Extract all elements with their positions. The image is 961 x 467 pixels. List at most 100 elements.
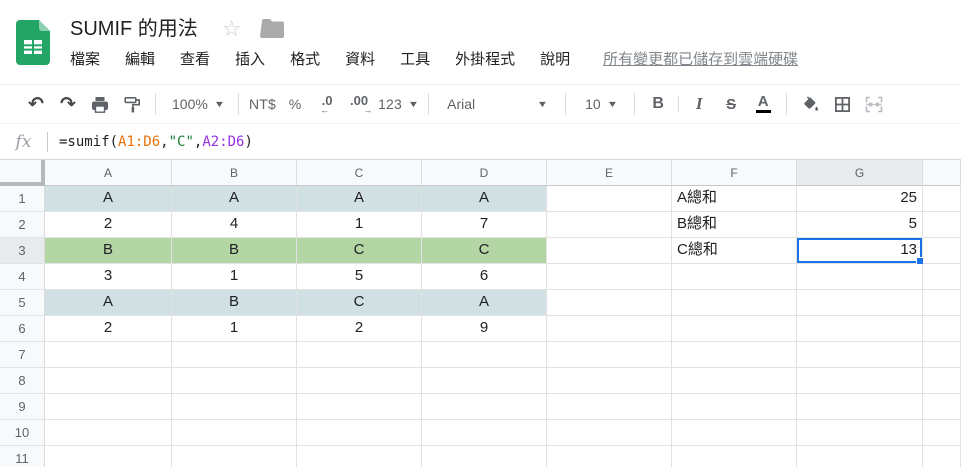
column-header-f[interactable]: F: [672, 160, 797, 186]
cell-E4[interactable]: [547, 264, 672, 290]
folder-icon[interactable]: [260, 19, 284, 38]
menu-item-7[interactable]: 外掛程式: [455, 48, 515, 69]
format-currency-button[interactable]: NT$: [249, 90, 276, 118]
cell-x6[interactable]: [923, 316, 961, 342]
cell-D10[interactable]: [422, 420, 547, 446]
zoom-select[interactable]: 100%▼: [166, 90, 228, 118]
cell-D9[interactable]: [422, 394, 547, 420]
italic-button[interactable]: I: [686, 90, 712, 118]
column-header-c[interactable]: C: [297, 160, 422, 186]
cell-x10[interactable]: [923, 420, 961, 446]
cell-A9[interactable]: [45, 394, 172, 420]
cell-G4[interactable]: [797, 264, 923, 290]
row-header-6[interactable]: 6: [0, 316, 45, 342]
format-percent-button[interactable]: %: [282, 90, 308, 118]
cell-G6[interactable]: [797, 316, 923, 342]
menu-item-4[interactable]: 格式: [290, 48, 320, 69]
cell-B6[interactable]: 1: [172, 316, 297, 342]
cell-x5[interactable]: [923, 290, 961, 316]
cell-B9[interactable]: [172, 394, 297, 420]
cell-C11[interactable]: [297, 446, 422, 467]
cell-D3[interactable]: C: [422, 238, 547, 264]
cell-x11[interactable]: [923, 446, 961, 467]
cell-B3[interactable]: B: [172, 238, 297, 264]
row-header-5[interactable]: 5: [0, 290, 45, 316]
cell-A8[interactable]: [45, 368, 172, 394]
cell-G8[interactable]: [797, 368, 923, 394]
cell-x8[interactable]: [923, 368, 961, 394]
cell-D1[interactable]: A: [422, 186, 547, 212]
cell-G2[interactable]: 5: [797, 212, 923, 238]
cell-A1[interactable]: A: [45, 186, 172, 212]
cell-A10[interactable]: [45, 420, 172, 446]
cell-E9[interactable]: [547, 394, 672, 420]
borders-button[interactable]: [829, 90, 855, 118]
cell-F4[interactable]: [672, 264, 797, 290]
cell-B11[interactable]: [172, 446, 297, 467]
column-header-b[interactable]: B: [172, 160, 297, 186]
cell-E11[interactable]: [547, 446, 672, 467]
cell-F7[interactable]: [672, 342, 797, 368]
cell-A2[interactable]: 2: [45, 212, 172, 238]
font-size-select[interactable]: 10▼: [576, 90, 624, 118]
cell-x3[interactable]: [923, 238, 961, 264]
cell-C7[interactable]: [297, 342, 422, 368]
cell-C4[interactable]: 5: [297, 264, 422, 290]
cell-B7[interactable]: [172, 342, 297, 368]
cell-F5[interactable]: [672, 290, 797, 316]
strikethrough-button[interactable]: S: [718, 90, 744, 118]
column-header-partial[interactable]: [923, 160, 961, 186]
menu-item-6[interactable]: 工具: [400, 48, 430, 69]
cell-A4[interactable]: 3: [45, 264, 172, 290]
cell-B2[interactable]: 4: [172, 212, 297, 238]
cell-F8[interactable]: [672, 368, 797, 394]
cell-G3[interactable]: 13: [797, 238, 923, 264]
cell-C1[interactable]: A: [297, 186, 422, 212]
decrease-decimal-button[interactable]: .0←: [314, 90, 340, 118]
cell-D5[interactable]: A: [422, 290, 547, 316]
cell-F2[interactable]: B總和: [672, 212, 797, 238]
cell-x2[interactable]: [923, 212, 961, 238]
cell-D8[interactable]: [422, 368, 547, 394]
select-all-corner[interactable]: [0, 160, 45, 186]
cell-F11[interactable]: [672, 446, 797, 467]
cell-E3[interactable]: [547, 238, 672, 264]
cell-A3[interactable]: B: [45, 238, 172, 264]
cell-B10[interactable]: [172, 420, 297, 446]
row-header-9[interactable]: 9: [0, 394, 45, 420]
cell-B8[interactable]: [172, 368, 297, 394]
cell-E7[interactable]: [547, 342, 672, 368]
cell-F3[interactable]: C總和: [672, 238, 797, 264]
fill-handle[interactable]: [916, 257, 923, 264]
document-title[interactable]: SUMIF 的用法: [70, 16, 198, 42]
cell-A5[interactable]: A: [45, 290, 172, 316]
cell-x9[interactable]: [923, 394, 961, 420]
cell-A11[interactable]: [45, 446, 172, 467]
cell-D11[interactable]: [422, 446, 547, 467]
cell-B4[interactable]: 1: [172, 264, 297, 290]
row-header-11[interactable]: 11: [0, 446, 45, 467]
cell-C9[interactable]: [297, 394, 422, 420]
cell-C6[interactable]: 2: [297, 316, 422, 342]
cell-F1[interactable]: A總和: [672, 186, 797, 212]
save-status-link[interactable]: 所有變更都已儲存到雲端硬碟: [603, 48, 798, 69]
cell-E5[interactable]: [547, 290, 672, 316]
cell-G5[interactable]: [797, 290, 923, 316]
sheets-logo-icon[interactable]: [16, 20, 50, 65]
cell-E8[interactable]: [547, 368, 672, 394]
row-header-3[interactable]: 3: [0, 238, 45, 264]
row-header-10[interactable]: 10: [0, 420, 45, 446]
cell-F10[interactable]: [672, 420, 797, 446]
cell-G9[interactable]: [797, 394, 923, 420]
cell-F9[interactable]: [672, 394, 797, 420]
column-header-d[interactable]: D: [422, 160, 547, 186]
cell-C10[interactable]: [297, 420, 422, 446]
undo-button[interactable]: ↶: [23, 90, 49, 118]
fill-color-button[interactable]: [797, 90, 823, 118]
menu-item-2[interactable]: 查看: [180, 48, 210, 69]
redo-button[interactable]: ↷: [55, 90, 81, 118]
cell-D7[interactable]: [422, 342, 547, 368]
menu-item-5[interactable]: 資料: [345, 48, 375, 69]
column-header-e[interactable]: E: [547, 160, 672, 186]
more-formats-button[interactable]: 123▼: [378, 90, 418, 118]
